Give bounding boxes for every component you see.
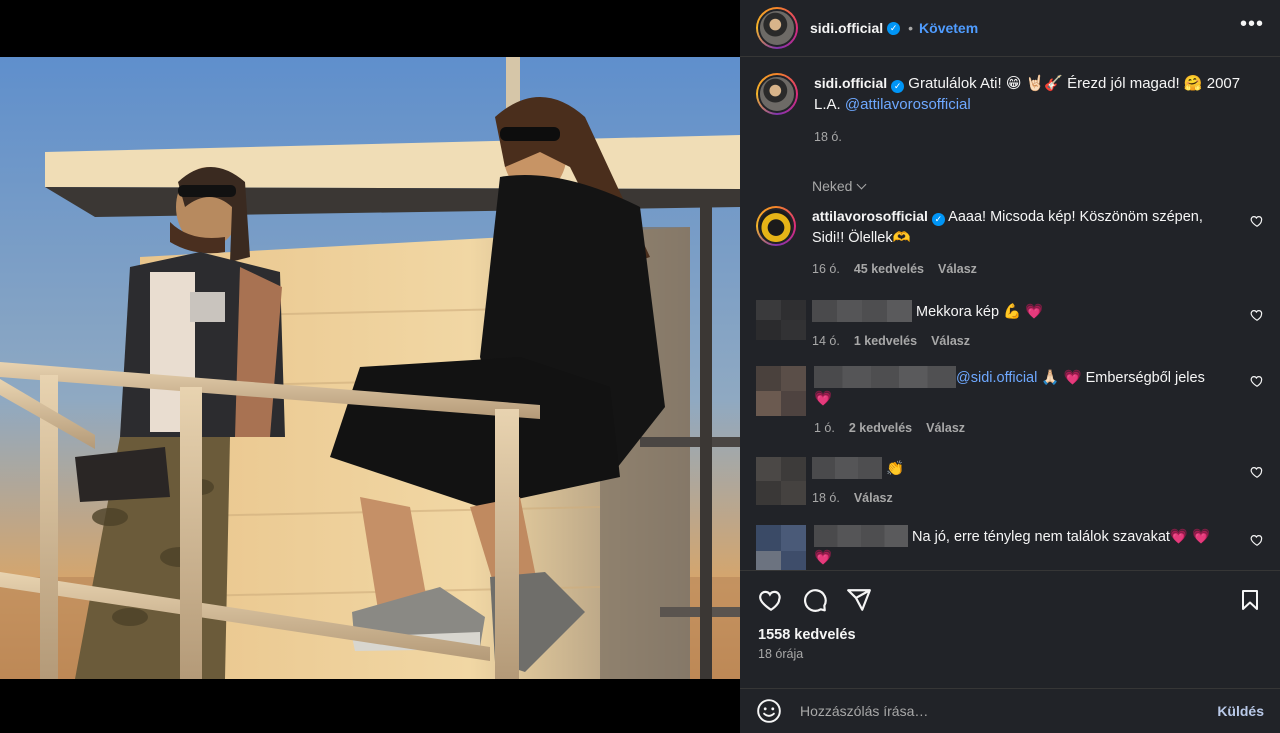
- verified-badge-icon: ✓: [891, 80, 905, 93]
- heart-icon[interactable]: [1250, 308, 1264, 322]
- send-button[interactable]: Küldés: [1217, 703, 1264, 719]
- comment-heart-emoji: 💗: [814, 391, 833, 407]
- separator-dot: •: [908, 20, 914, 36]
- comment-time: 14 ó.: [812, 334, 840, 348]
- comment-item: Na jó, erre tényleg nem találok szavakat…: [756, 525, 1264, 570]
- comment-heart-emoji: 💗: [1025, 304, 1044, 320]
- reply-button[interactable]: Válasz: [931, 331, 970, 352]
- caption-time: 18 ó.: [814, 130, 842, 144]
- like-count[interactable]: 1558 kedvelés: [758, 627, 1262, 643]
- comment-likes[interactable]: 45 kedvelés: [854, 259, 924, 280]
- follow-button[interactable]: Követem: [919, 20, 978, 36]
- more-options-icon[interactable]: •••: [1240, 14, 1264, 42]
- emoji-icon[interactable]: [756, 698, 782, 724]
- reply-button[interactable]: Válasz: [938, 259, 977, 280]
- post-header: sidi.official ✓ • Követem •••: [740, 0, 1280, 57]
- comment-text: 👏: [886, 461, 905, 477]
- avatar[interactable]: [756, 457, 806, 505]
- comment-heart-emoji: 💗: [1063, 370, 1082, 386]
- avatar[interactable]: [756, 73, 798, 115]
- heart-icon[interactable]: [1250, 214, 1264, 228]
- blurred-username[interactable]: [814, 366, 956, 388]
- heart-icon[interactable]: [1250, 465, 1264, 479]
- share-icon[interactable]: [846, 587, 872, 613]
- comment-item: Mekkora kép 💪 💗 14 ó. 1 kedvelés Válasz: [756, 300, 1264, 352]
- comment-time: 18 ó.: [812, 491, 840, 505]
- reply-button[interactable]: Válasz: [854, 488, 893, 509]
- header-username[interactable]: sidi.official: [810, 20, 883, 36]
- comment-time: 1 ó.: [814, 421, 835, 435]
- post-time: 18 órája: [758, 647, 804, 661]
- comment-mention[interactable]: @sidi.official: [956, 370, 1037, 386]
- comment-item: 👏 18 ó. Válasz: [756, 457, 1264, 509]
- avatar[interactable]: [756, 7, 798, 49]
- post-viewer: sidi.official ✓ • Követem ••• sidi.offic…: [0, 0, 1280, 733]
- photo-pane: [0, 0, 740, 733]
- comments-panel: sidi.official ✓ • Követem ••• sidi.offic…: [740, 0, 1280, 733]
- comment-composer: Küldés: [740, 688, 1280, 733]
- sort-label: Neked: [812, 178, 853, 194]
- comment-sort-dropdown[interactable]: Neked: [812, 178, 1264, 194]
- post-actions: 1558 kedvelés 18 órája: [740, 570, 1280, 688]
- blurred-username[interactable]: [812, 457, 882, 479]
- heart-icon[interactable]: [1250, 374, 1264, 388]
- verified-badge-icon: ✓: [931, 213, 945, 226]
- caption: sidi.official ✓ Gratulálok Ati! 😁 🤘🏻🎸 Ére…: [756, 73, 1264, 148]
- comment-time: 16 ó.: [812, 262, 840, 276]
- comments-list[interactable]: sidi.official ✓ Gratulálok Ati! 😁 🤘🏻🎸 Ére…: [740, 57, 1280, 570]
- comment-text: Emberségből jeles: [1085, 370, 1205, 386]
- blurred-username[interactable]: [812, 300, 912, 322]
- chevron-down-icon: [857, 179, 867, 189]
- avatar[interactable]: [756, 525, 806, 570]
- comment-text: Mekkora kép 💪: [916, 304, 1022, 320]
- comment-pray-emoji: 🙏🏻: [1041, 370, 1060, 386]
- avatar[interactable]: [756, 206, 796, 246]
- caption-username[interactable]: sidi.official: [814, 75, 887, 91]
- reply-button[interactable]: Válasz: [926, 418, 965, 439]
- comment-icon[interactable]: [802, 587, 828, 613]
- comment-likes[interactable]: 2 kedvelés: [849, 418, 912, 439]
- heart-icon[interactable]: [758, 587, 784, 613]
- blurred-username[interactable]: [814, 525, 908, 547]
- heart-icon[interactable]: [1250, 533, 1264, 547]
- avatar[interactable]: [756, 300, 806, 340]
- caption-mention[interactable]: @attilavorosofficial: [845, 96, 971, 113]
- comment-input[interactable]: [800, 703, 1218, 719]
- comment-item: @sidi.official 🙏🏻 💗 Emberségből jeles 💗 …: [756, 366, 1264, 439]
- post-photo: [0, 57, 740, 679]
- comment-likes[interactable]: 1 kedvelés: [854, 331, 917, 352]
- comment-username[interactable]: attilavorosofficial: [812, 208, 928, 224]
- bookmark-icon[interactable]: [1238, 587, 1262, 613]
- comment-item: attilavorosofficial ✓ Aaaa! Micsoda kép! …: [756, 206, 1264, 280]
- avatar[interactable]: [756, 366, 806, 416]
- verified-badge-icon: ✓: [887, 21, 901, 35]
